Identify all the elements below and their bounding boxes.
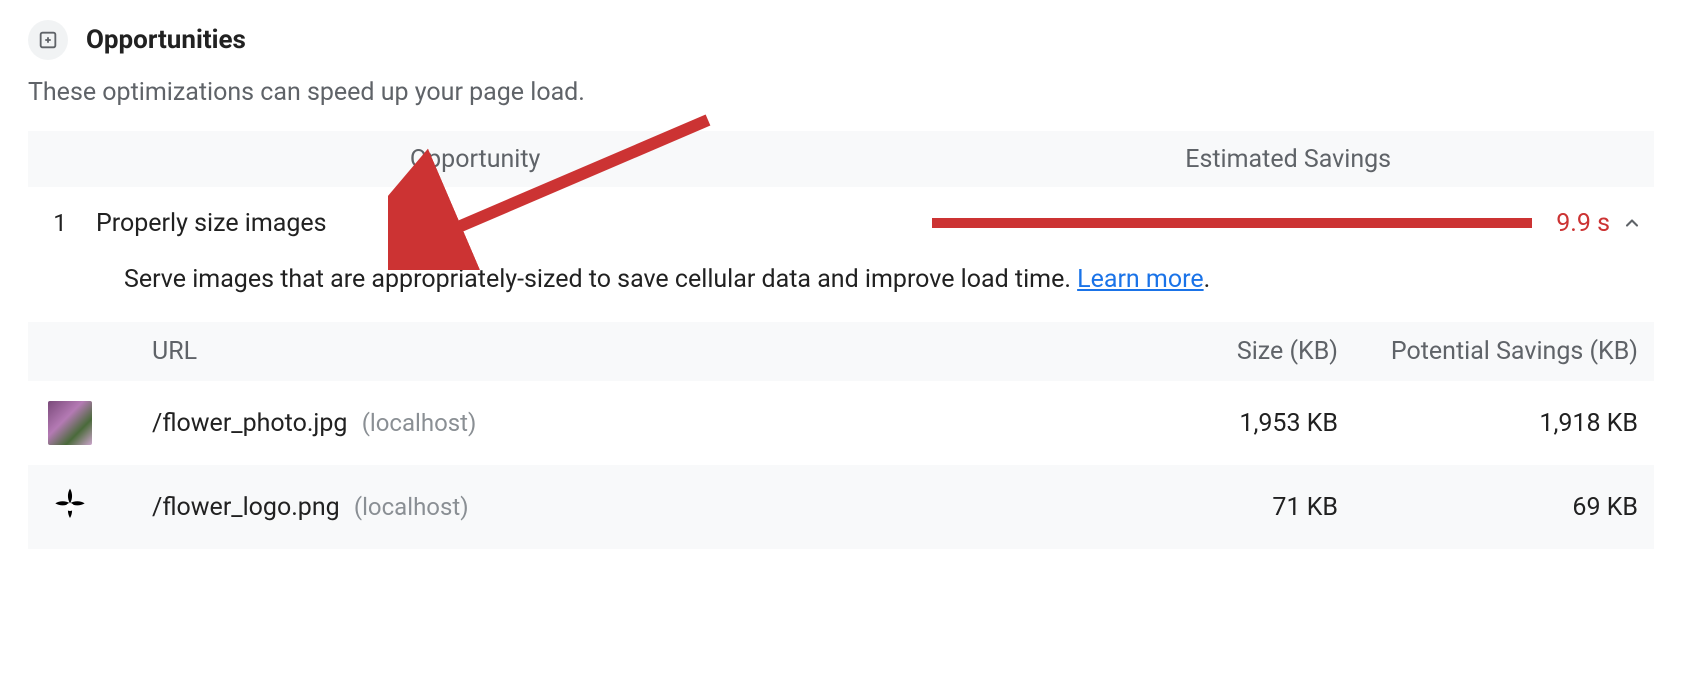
- detail-col-size: Size (KB): [1078, 337, 1338, 366]
- opportunities-icon: [28, 20, 68, 60]
- detail-col-url: URL: [134, 337, 1078, 366]
- row-path: /flower_logo.png: [152, 493, 340, 522]
- opportunity-title: Properly size images: [84, 209, 932, 238]
- row-thumbnail: [44, 401, 134, 445]
- detail-row: /flower_logo.png (localhost) 71 KB 69 KB: [28, 465, 1654, 549]
- detail-table: URL Size (KB) Potential Savings (KB) /fl…: [28, 322, 1654, 549]
- chevron-up-icon[interactable]: [1618, 213, 1646, 233]
- savings-time: 9.9 s: [1556, 209, 1610, 238]
- opportunity-description-text: Serve images that are appropriately-size…: [124, 265, 1077, 294]
- opportunities-table: Opportunity Estimated Savings 1 Properly…: [28, 131, 1654, 549]
- col-header-savings: Estimated Savings: [922, 145, 1654, 174]
- image-thumbnail-icon: [48, 401, 92, 445]
- opportunity-row[interactable]: 1 Properly size images 9.9 s: [28, 187, 1654, 259]
- row-host: (localhost): [362, 409, 477, 437]
- row-size: 1,953 KB: [1078, 409, 1338, 438]
- section-header: Opportunities: [28, 20, 1654, 60]
- opportunity-savings-wrap: 9.9 s: [932, 209, 1619, 238]
- savings-bar: [932, 218, 1533, 228]
- row-url: /flower_logo.png (localhost): [134, 493, 1078, 522]
- col-header-opportunity: Opportunity: [28, 145, 922, 174]
- detail-row: /flower_photo.jpg (localhost) 1,953 KB 1…: [28, 381, 1654, 465]
- detail-header-row: URL Size (KB) Potential Savings (KB): [28, 322, 1654, 381]
- row-size: 71 KB: [1078, 493, 1338, 522]
- detail-col-savings: Potential Savings (KB): [1338, 336, 1638, 367]
- opportunity-description-post: .: [1204, 265, 1211, 294]
- row-thumbnail: [44, 485, 134, 529]
- section-title: Opportunities: [86, 25, 246, 55]
- table-header-row: Opportunity Estimated Savings: [28, 131, 1654, 187]
- row-host: (localhost): [354, 493, 469, 521]
- learn-more-link[interactable]: Learn more: [1077, 265, 1203, 294]
- image-thumbnail-icon: [48, 485, 92, 529]
- opportunity-description: Serve images that are appropriately-size…: [28, 259, 1654, 322]
- opportunity-index: 1: [36, 209, 84, 237]
- section-subtitle: These optimizations can speed up your pa…: [28, 78, 1654, 107]
- row-url: /flower_photo.jpg (localhost): [134, 409, 1078, 438]
- row-savings: 69 KB: [1338, 493, 1638, 522]
- row-savings: 1,918 KB: [1338, 409, 1638, 438]
- row-path: /flower_photo.jpg: [152, 409, 347, 438]
